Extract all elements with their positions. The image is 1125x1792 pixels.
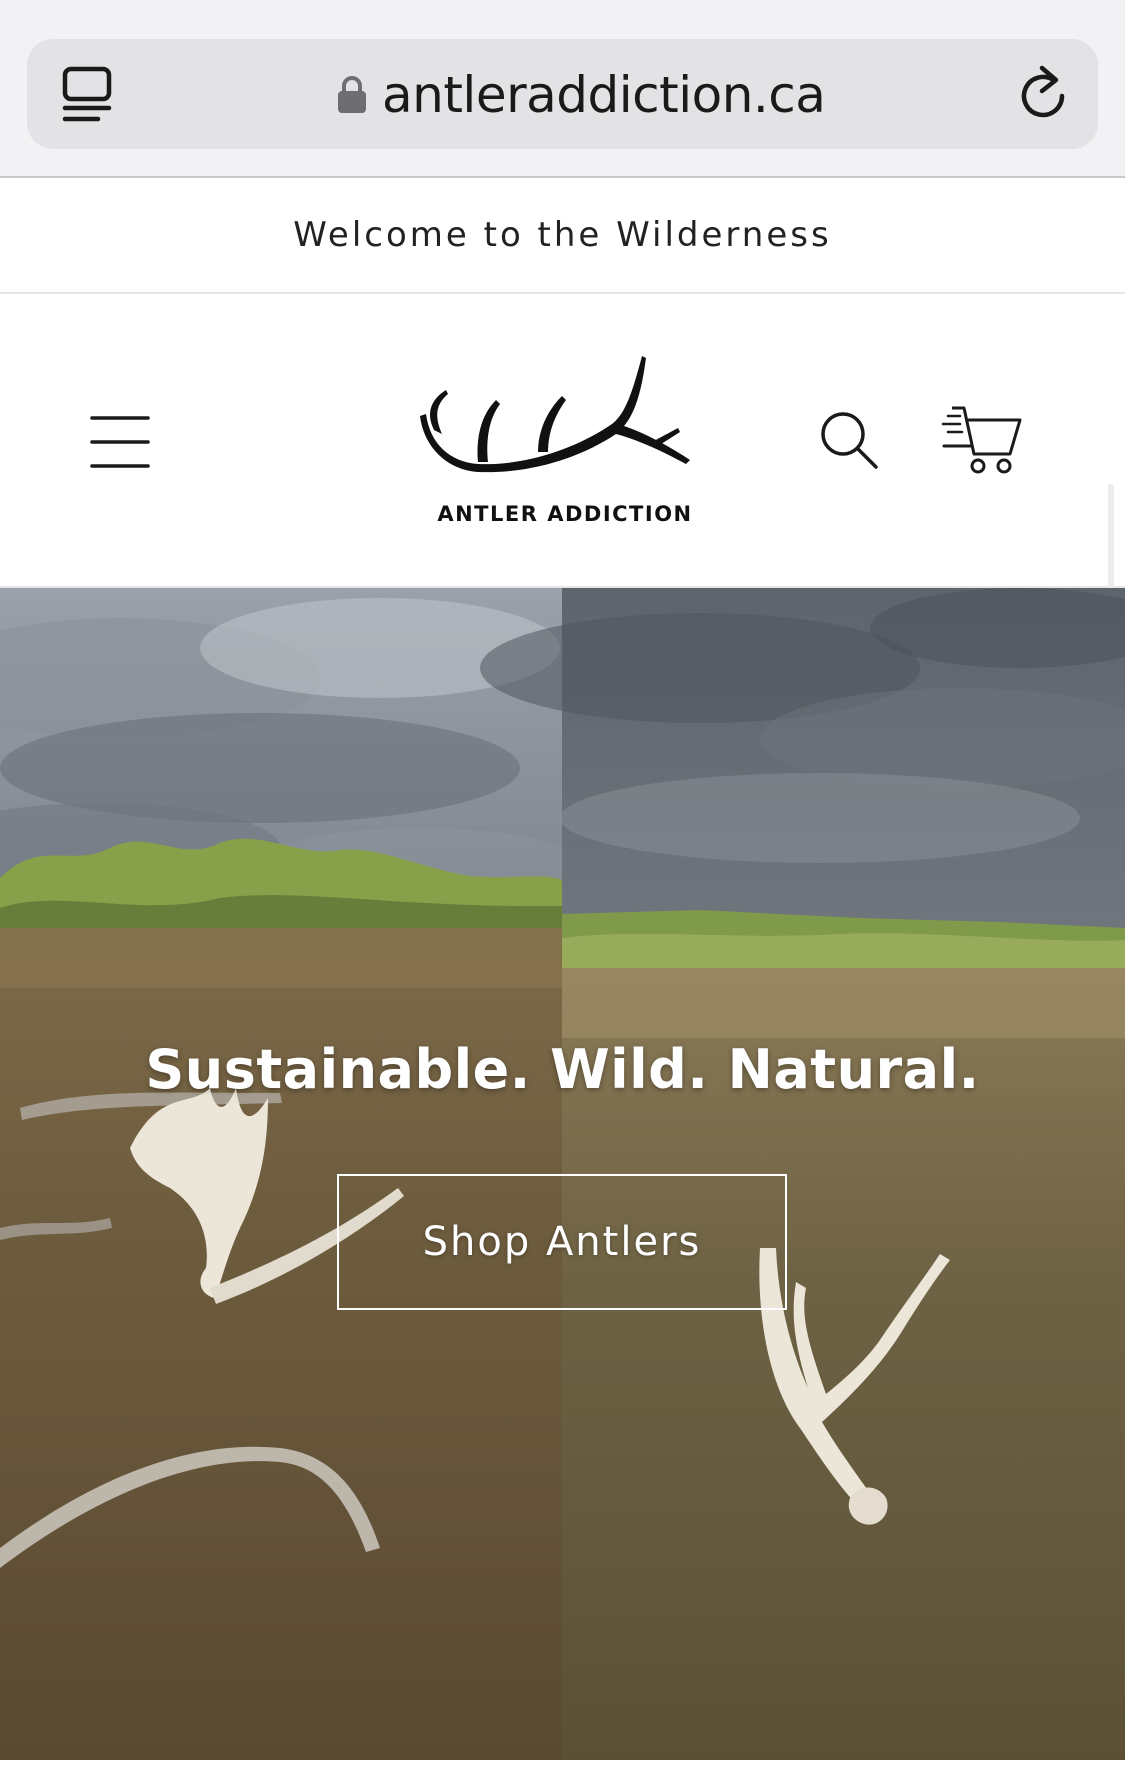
- menu-icon[interactable]: [90, 414, 150, 470]
- search-icon[interactable]: [818, 409, 880, 471]
- antler-logo[interactable]: [420, 354, 710, 474]
- shop-antlers-button-label: Shop Antlers: [422, 1219, 702, 1265]
- announcement-text: Welcome to the Wilderness: [293, 215, 832, 255]
- url-text[interactable]: antleraddiction.ca: [382, 62, 826, 128]
- page-continuation: [0, 1760, 1125, 1792]
- cart-icon[interactable]: [940, 404, 1022, 476]
- announcement-bar: Welcome to the Wilderness: [0, 178, 1125, 294]
- tabs-icon[interactable]: [62, 66, 112, 124]
- hero-banner: Sustainable. Wild. Natural. Shop Antlers: [0, 588, 1125, 1760]
- reload-icon[interactable]: [1016, 64, 1072, 124]
- lock-icon: [338, 76, 366, 113]
- site-header: ANTLER ADDICTION: [0, 294, 1125, 884]
- shop-antlers-button[interactable]: Shop Antlers: [337, 1174, 787, 1310]
- browser-toolbar: antleraddiction.ca: [0, 0, 1125, 178]
- logo-text: ANTLER ADDICTION: [437, 502, 693, 526]
- hero-heading: Sustainable. Wild. Natural.: [145, 1038, 980, 1101]
